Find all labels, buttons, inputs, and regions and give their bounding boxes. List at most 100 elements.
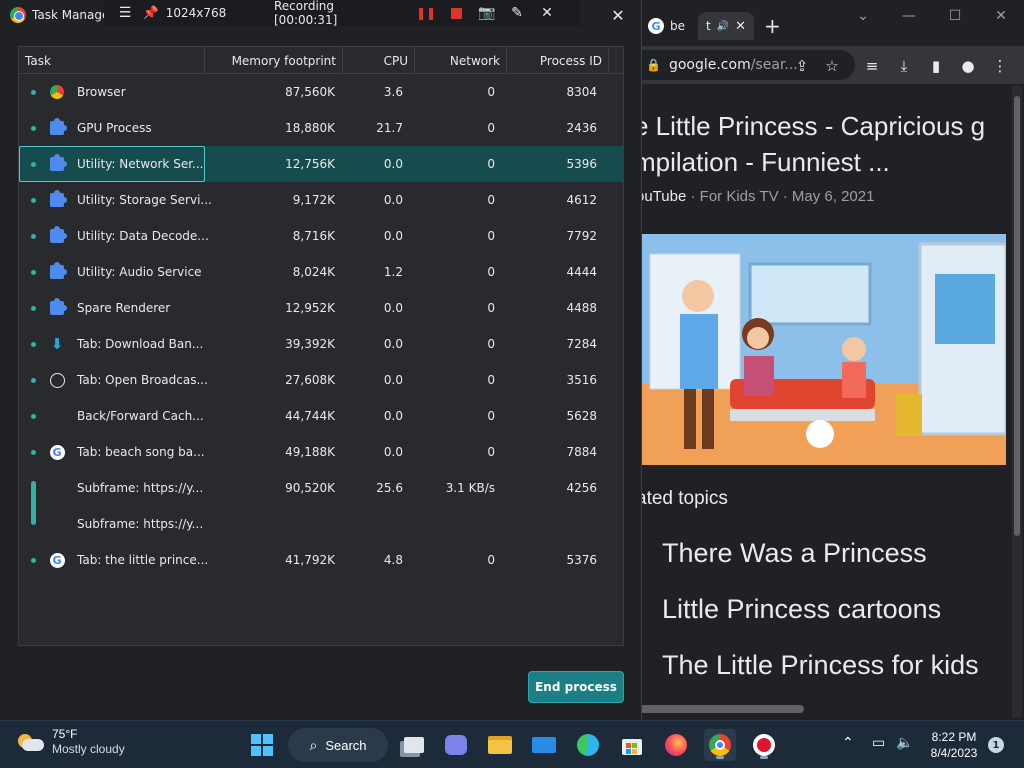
pencil-icon[interactable]: ✎ bbox=[506, 0, 528, 26]
table-row[interactable]: Back/Forward Cach... 44,744K 0.0 0 5628 bbox=[19, 398, 623, 434]
close-icon[interactable]: ✕ bbox=[536, 0, 558, 26]
task-name: Utility: Audio Service bbox=[77, 265, 202, 279]
notification-badge[interactable]: 1 bbox=[988, 737, 1004, 753]
related-topic-3[interactable]: The Little Princess for kids bbox=[662, 650, 979, 681]
menu-icon[interactable]: ⋮ bbox=[990, 56, 1010, 76]
column-header-task[interactable]: Task bbox=[19, 47, 205, 74]
column-header-pid[interactable]: Process ID bbox=[507, 47, 609, 74]
volume-icon[interactable]: 🔈 bbox=[896, 735, 913, 751]
task-name: Subframe: https://y... bbox=[77, 481, 204, 495]
pin-icon[interactable]: 📌 bbox=[142, 0, 160, 26]
side-panel-icon[interactable]: ▮ bbox=[926, 56, 946, 76]
browser-tabstrip: G be t 🔊 ✕ + ⌄ — ☐ ✕ bbox=[640, 0, 1024, 46]
chevron-up-icon[interactable]: ⌃ bbox=[842, 735, 854, 751]
stop-icon[interactable] bbox=[446, 0, 466, 26]
task-name: Tab: Download Ban... bbox=[77, 337, 204, 351]
profile-icon[interactable]: ● bbox=[958, 56, 978, 76]
table-row[interactable]: G Tab: the little prince... 41,792K 4.8 … bbox=[19, 542, 623, 578]
weather-temp: 75°F bbox=[52, 727, 78, 741]
cpu-value: 4.8 bbox=[383, 553, 403, 567]
table-row[interactable]: ⬇ Tab: Download Ban... 39,392K 0.0 0 728… bbox=[19, 326, 623, 362]
teams-chat-icon[interactable] bbox=[440, 729, 472, 761]
table-row[interactable]: Tab: Open Broadcas... 27,608K 0.0 0 3516 bbox=[19, 362, 623, 398]
memory-value: 49,188K bbox=[285, 445, 335, 459]
pid-value: 5628 bbox=[566, 409, 597, 423]
table-row[interactable]: Utility: Data Decode... 8,716K 0.0 0 779… bbox=[19, 218, 623, 254]
close-icon[interactable]: ✕ bbox=[978, 4, 1024, 28]
speaker-icon: 🔊 bbox=[716, 20, 730, 32]
running-indicator bbox=[716, 756, 724, 759]
table-row[interactable]: Utility: Storage Servi... 9,172K 0.0 0 4… bbox=[19, 182, 623, 218]
table-row[interactable]: Subframe: https://y... bbox=[19, 506, 623, 542]
maximize-icon[interactable]: ☐ bbox=[932, 4, 978, 28]
table-row-selected[interactable]: Utility: Network Ser... 12,756K 0.0 0 53… bbox=[19, 146, 623, 182]
pause-icon[interactable]: ❚❚ bbox=[416, 0, 436, 26]
browser-tab-1[interactable]: G be bbox=[648, 12, 685, 40]
task-view-icon[interactable] bbox=[398, 729, 430, 761]
column-header-memory[interactable]: Memory footprint bbox=[205, 47, 343, 74]
store-icon[interactable] bbox=[616, 729, 648, 761]
pid-value: 7884 bbox=[566, 445, 597, 459]
network-value: 0 bbox=[487, 553, 495, 567]
close-icon[interactable]: ✕ bbox=[600, 2, 636, 28]
browser-tab-2[interactable]: t 🔊 ✕ bbox=[698, 12, 755, 40]
task-name: Spare Renderer bbox=[77, 301, 171, 315]
related-topic-2[interactable]: Little Princess cartoons bbox=[662, 594, 941, 625]
monitor-icon[interactable]: ▭ bbox=[872, 735, 885, 751]
table-row[interactable]: Browser 87,560K 3.6 0 8304 bbox=[19, 74, 623, 110]
column-header-network[interactable]: Network bbox=[415, 47, 507, 74]
table-row[interactable]: G Tab: beach song ba... 49,188K 0.0 0 78… bbox=[19, 434, 623, 470]
system-clock[interactable]: 8:22 PM 8/4/2023 bbox=[924, 729, 984, 761]
camera-icon[interactable]: 📷 bbox=[476, 0, 498, 26]
recorder-app-icon[interactable] bbox=[748, 729, 780, 761]
table-row[interactable]: Spare Renderer 12,952K 0.0 0 4488 bbox=[19, 290, 623, 326]
weather-condition: Mostly cloudy bbox=[52, 742, 125, 756]
menu-icon[interactable]: ☰ bbox=[114, 0, 136, 26]
horizontal-scrollbar[interactable] bbox=[640, 700, 1012, 718]
running-indicator bbox=[760, 756, 768, 759]
share-icon[interactable]: ⇪ bbox=[792, 56, 812, 76]
media-control-icon[interactable]: ≡ bbox=[862, 56, 882, 76]
memory-value: 9,172K bbox=[292, 193, 335, 207]
taskbar-search[interactable]: ⌕ Search bbox=[288, 728, 388, 762]
minimize-icon[interactable]: — bbox=[886, 4, 932, 28]
download-icon[interactable]: ⤓ bbox=[894, 56, 914, 76]
pid-value: 5396 bbox=[566, 157, 597, 171]
status-dot bbox=[31, 342, 36, 347]
browser-window: G be t 🔊 ✕ + ⌄ — ☐ ✕ 🔒 google.com/sear..… bbox=[640, 0, 1024, 720]
column-header-cpu[interactable]: CPU bbox=[343, 47, 415, 74]
chrome-taskbar-icon[interactable] bbox=[704, 729, 736, 761]
star-icon[interactable]: ☆ bbox=[822, 56, 842, 76]
cpu-value: 3.6 bbox=[383, 85, 403, 99]
mail-icon[interactable] bbox=[528, 729, 560, 761]
result-source: ouTube bbox=[640, 188, 687, 205]
related-topic-1[interactable]: There Was a Princess bbox=[662, 538, 927, 569]
task-manager-window: Task Manager ✕ Task Memory footprint CPU… bbox=[0, 0, 642, 720]
lock-icon: 🔒 bbox=[646, 58, 661, 72]
tab-close-icon[interactable]: ✕ bbox=[735, 19, 746, 34]
new-tab-button[interactable]: + bbox=[764, 12, 781, 40]
url-path: /sear... bbox=[750, 57, 798, 73]
network-value: 3.1 KB/s bbox=[445, 481, 495, 495]
table-row[interactable]: GPU Process 18,880K 21.7 0 2436 bbox=[19, 110, 623, 146]
weather-widget[interactable]: 75°F Mostly cloudy bbox=[16, 727, 125, 757]
vertical-scrollbar[interactable] bbox=[1012, 86, 1022, 718]
cpu-value: 0.0 bbox=[383, 301, 403, 315]
scroll-thumb[interactable] bbox=[1014, 96, 1020, 536]
pid-value: 2436 bbox=[566, 121, 597, 135]
chevron-down-icon[interactable]: ⌄ bbox=[840, 4, 886, 28]
end-process-button[interactable]: End process bbox=[528, 671, 624, 703]
table-row[interactable]: Utility: Audio Service 8,024K 1.2 0 4444 bbox=[19, 254, 623, 290]
pid-value: 4444 bbox=[566, 265, 597, 279]
result-title[interactable]: e Little Princess - Capricious g mpilati… bbox=[640, 108, 985, 180]
memory-value: 90,520K bbox=[285, 481, 335, 495]
start-button[interactable] bbox=[246, 729, 278, 761]
firefox-icon[interactable] bbox=[660, 729, 692, 761]
cpu-value: 0.0 bbox=[383, 229, 403, 243]
edge-icon[interactable] bbox=[572, 729, 604, 761]
video-thumbnail[interactable] bbox=[640, 234, 1006, 465]
table-row[interactable]: Subframe: https://y... 90,520K 25.6 3.1 … bbox=[19, 470, 623, 506]
file-explorer-icon[interactable] bbox=[484, 729, 516, 761]
network-value: 0 bbox=[487, 301, 495, 315]
scroll-thumb[interactable] bbox=[640, 705, 804, 713]
